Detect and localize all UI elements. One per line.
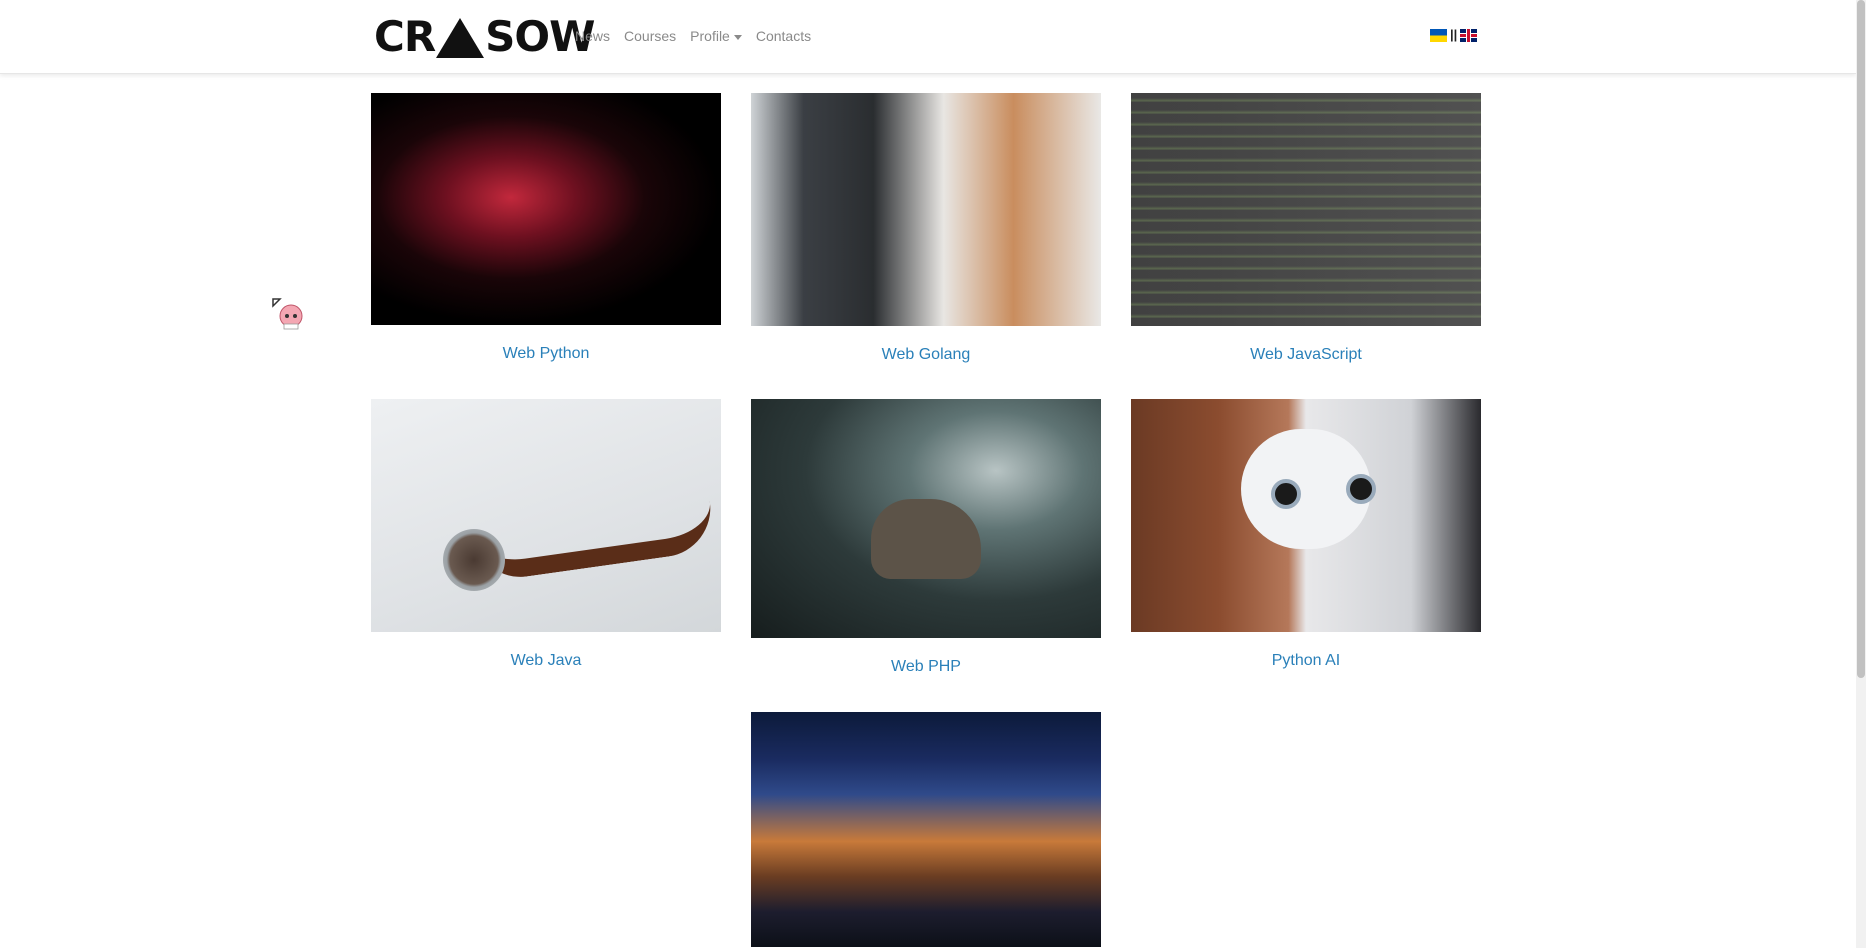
- nav-link-contacts[interactable]: Contacts: [749, 25, 818, 47]
- coffee-beans-image[interactable]: [371, 399, 721, 632]
- logo-text-left: CR: [374, 11, 436, 61]
- course-card-web-python[interactable]: Web Python: [371, 93, 721, 363]
- nav-link-news[interactable]: News: [568, 25, 617, 47]
- container-ship-image[interactable]: [751, 712, 1101, 947]
- course-title[interactable]: Web JavaScript: [1131, 346, 1481, 364]
- course-title[interactable]: Web Golang: [751, 346, 1101, 364]
- robot-eye-shape: [1346, 474, 1376, 504]
- course-card-container-ship[interactable]: [751, 712, 1101, 947]
- woman-at-computer-image[interactable]: [751, 93, 1101, 326]
- course-title[interactable]: Web Java: [371, 652, 721, 670]
- course-title[interactable]: Web PHP: [751, 658, 1101, 676]
- scrollbar-thumb[interactable]: [1857, 0, 1865, 678]
- logo-triangle-icon: [436, 18, 485, 58]
- brand-logo[interactable]: CR SOW: [374, 11, 595, 61]
- uk-flag-icon[interactable]: [1460, 28, 1478, 42]
- nav-link-courses[interactable]: Courses: [617, 25, 683, 47]
- course-card-web-golang[interactable]: Web Golang: [751, 93, 1101, 364]
- elephant-shape: [871, 499, 981, 579]
- language-switcher: ||: [1430, 27, 1478, 42]
- course-card-web-java[interactable]: Web Java: [371, 399, 721, 670]
- coffee-cup-shape: [443, 529, 505, 591]
- nav-dropdown-profile-label: Profile: [690, 28, 730, 44]
- course-card-web-javascript[interactable]: Web JavaScript: [1131, 93, 1481, 364]
- nav-links: News Courses Profile Contacts: [568, 25, 818, 47]
- course-title[interactable]: Python AI: [1131, 652, 1481, 670]
- course-card-python-ai[interactable]: Python AI: [1131, 399, 1481, 670]
- robot-image[interactable]: [1131, 399, 1481, 632]
- nav-dropdown-profile[interactable]: Profile: [683, 25, 749, 47]
- code-screen-image[interactable]: [1131, 93, 1481, 326]
- caret-down-icon: [733, 34, 742, 40]
- elephant-forest-image[interactable]: [751, 399, 1101, 638]
- course-card-web-php[interactable]: Web PHP: [751, 399, 1101, 676]
- top-navbar: CR SOW News Courses Profile Contacts ||: [0, 0, 1856, 74]
- mascot-sticker-icon[interactable]: [271, 297, 305, 331]
- language-separator: ||: [1450, 27, 1458, 42]
- robot-eye-shape: [1271, 479, 1301, 509]
- course-title[interactable]: Web Python: [371, 345, 721, 363]
- ukraine-flag-icon[interactable]: [1430, 28, 1447, 42]
- red-snake-image[interactable]: [371, 93, 721, 325]
- page-scrollbar[interactable]: [1856, 0, 1866, 948]
